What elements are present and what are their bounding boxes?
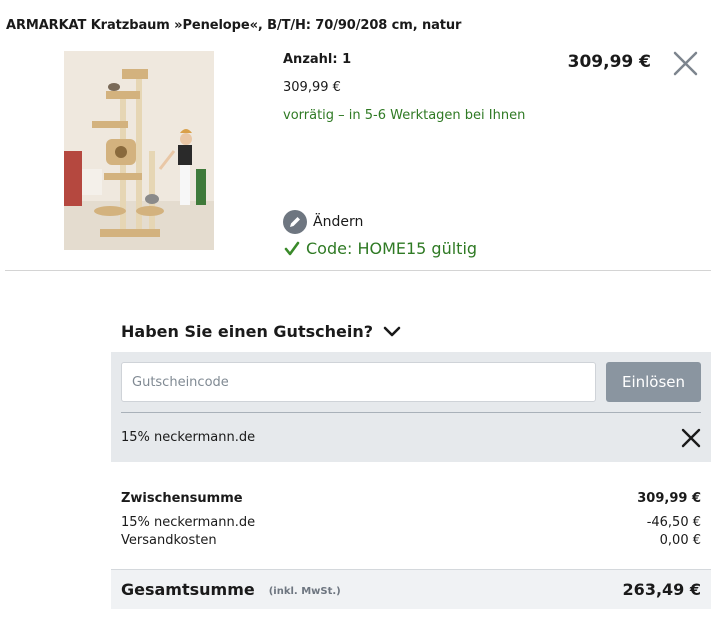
shipping-value: 0,00 € — [659, 533, 701, 548]
total-row: Gesamtsumme (inkl. MwSt.) 263,49 € — [111, 569, 711, 609]
pencil-icon — [283, 210, 307, 234]
total-label: Gesamtsumme — [121, 580, 255, 599]
applied-voucher-label: 15% neckermann.de — [121, 430, 256, 445]
discount-row: 15% neckermann.de -46,50 € — [121, 515, 701, 530]
shipping-row: Versandkosten 0,00 € — [121, 533, 701, 548]
close-icon — [681, 428, 701, 448]
voucher-code-status: Code: HOME15 gültig — [284, 239, 477, 258]
code-status-label: Code: HOME15 gültig — [306, 239, 478, 258]
voucher-toggle-label: Haben Sie einen Gutschein? — [121, 322, 373, 341]
vat-note: (inkl. MwSt.) — [268, 585, 341, 597]
voucher-toggle[interactable]: Haben Sie einen Gutschein? — [121, 322, 401, 341]
voucher-divider — [121, 412, 701, 413]
divider — [5, 270, 711, 271]
discount-value: -46,50 € — [646, 515, 701, 530]
redeem-button[interactable]: Einlösen — [606, 362, 701, 402]
close-icon — [673, 51, 698, 76]
total-value: 263,49 € — [622, 580, 701, 599]
product-title[interactable]: ARMARKAT Kratzbaum »Penelope«, B/T/H: 70… — [6, 18, 461, 33]
subtotal-value: 309,99 € — [637, 491, 701, 506]
subtotal-row: Zwischensumme 309,99 € — [121, 491, 701, 506]
quantity-label: Anzahl: 1 — [283, 52, 352, 67]
unit-price: 309,99 € — [283, 80, 341, 95]
discount-label: 15% neckermann.de — [121, 515, 256, 530]
remove-voucher-button[interactable] — [681, 428, 701, 448]
voucher-code-input[interactable] — [121, 362, 596, 402]
edit-item-button[interactable]: Ändern — [283, 210, 363, 234]
product-image[interactable] — [64, 51, 214, 250]
checkmark-icon — [284, 241, 300, 255]
subtotal-label: Zwischensumme — [121, 491, 243, 506]
voucher-panel: Einlösen 15% neckermann.de — [111, 352, 711, 462]
shipping-label: Versandkosten — [121, 533, 217, 548]
remove-item-button[interactable] — [672, 50, 699, 77]
cat-tree-illustration — [64, 51, 214, 250]
chevron-down-icon — [383, 326, 401, 336]
availability-status: vorrätig – in 5-6 Werktagen bei Ihnen — [283, 108, 526, 123]
edit-label: Ändern — [313, 214, 364, 230]
line-total-price: 309,99 € — [567, 52, 651, 72]
